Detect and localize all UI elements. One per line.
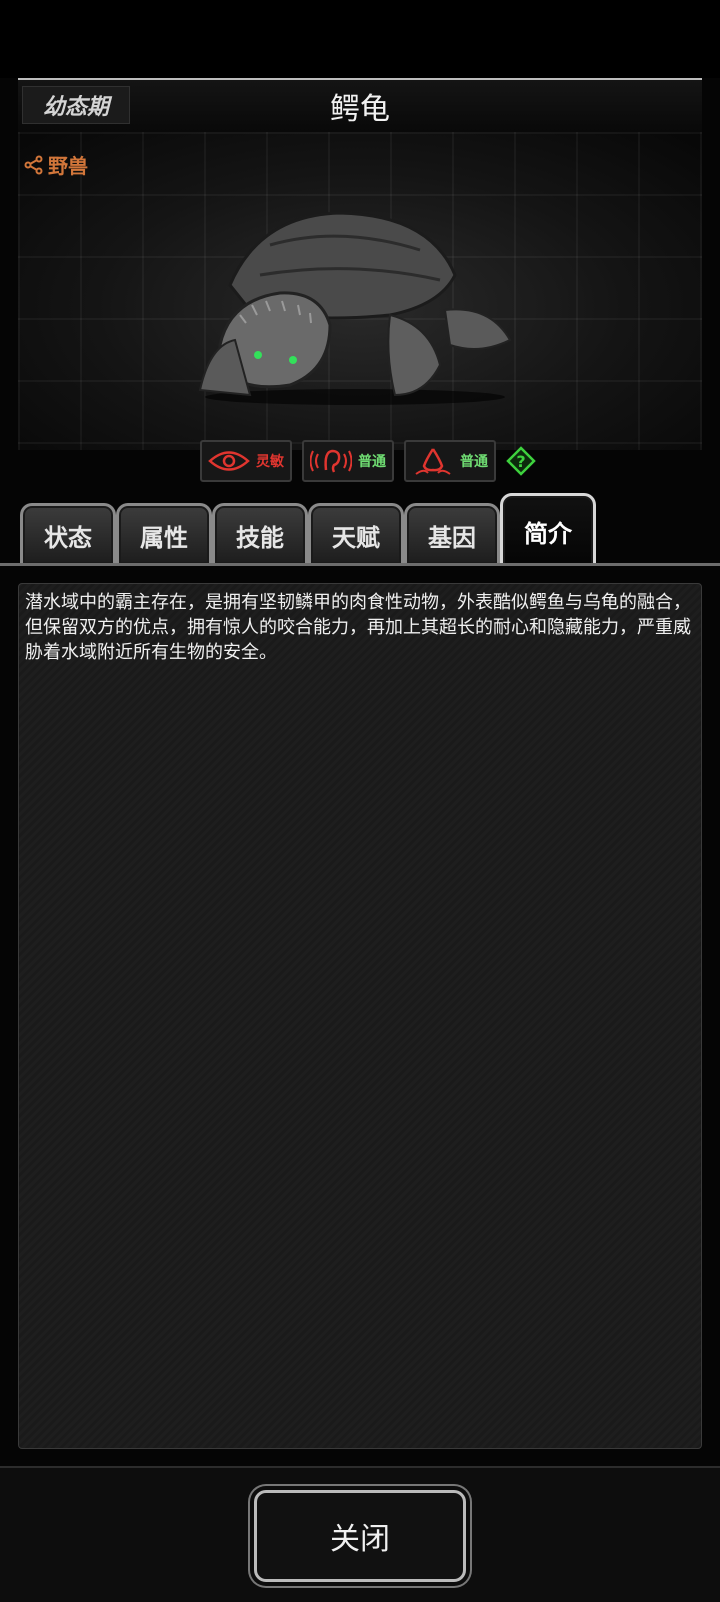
tab-divider bbox=[0, 563, 720, 566]
tab-introduction[interactable]: 简介 bbox=[500, 493, 596, 566]
help-button[interactable]: ? bbox=[506, 446, 536, 476]
description-text: 潜水域中的霸主存在，是拥有坚韧鳞甲的肉食性动物，外表酷似鳄鱼与乌龟的融合，但保留… bbox=[25, 592, 691, 663]
sense-hearing-badge[interactable]: 普通 bbox=[302, 440, 394, 482]
status-bar-area bbox=[0, 0, 720, 78]
tab-bar: 状态 属性 技能 天赋 基因 简介 bbox=[18, 493, 702, 566]
tab-talents[interactable]: 天赋 bbox=[308, 503, 404, 564]
close-button[interactable]: 关闭 bbox=[254, 1490, 466, 1582]
sense-smell-label: 普通 bbox=[460, 454, 488, 470]
nose-icon bbox=[415, 448, 451, 475]
description-panel: 潜水域中的霸主存在，是拥有坚韧鳞甲的肉食性动物，外表酷似鳄鱼与乌龟的融合，但保留… bbox=[18, 583, 702, 1449]
category-link[interactable]: 野兽 bbox=[24, 150, 88, 179]
tab-status[interactable]: 状态 bbox=[20, 503, 116, 564]
category-label: 野兽 bbox=[48, 154, 88, 178]
ear-icon bbox=[310, 449, 352, 473]
sense-hearing-label: 普通 bbox=[358, 454, 386, 470]
tab-genes[interactable]: 基因 bbox=[404, 503, 500, 564]
tab-attributes[interactable]: 属性 bbox=[116, 503, 212, 564]
snapping-turtle-image bbox=[198, 211, 512, 405]
creature-title: 鳄龟 bbox=[330, 92, 390, 127]
senses-row: 灵敏 普通 普通 ? bbox=[200, 440, 536, 482]
question-diamond-icon: ? bbox=[506, 446, 536, 476]
svg-text:?: ? bbox=[516, 452, 525, 471]
share-icon bbox=[24, 155, 43, 174]
tab-skills[interactable]: 技能 bbox=[212, 503, 308, 564]
sense-smell-badge[interactable]: 普通 bbox=[404, 440, 496, 482]
sense-sight-label: 灵敏 bbox=[256, 454, 284, 470]
sense-sight-badge[interactable]: 灵敏 bbox=[200, 440, 292, 482]
eye-icon bbox=[208, 451, 250, 471]
